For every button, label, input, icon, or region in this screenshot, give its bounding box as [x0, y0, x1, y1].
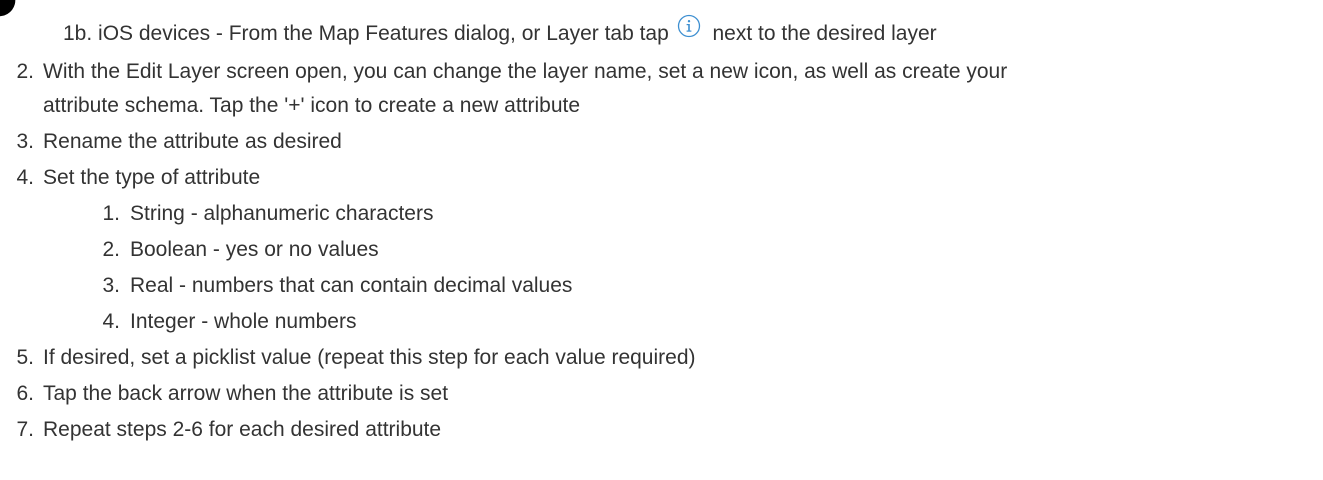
list-text: Set the type of attribute	[43, 166, 261, 189]
sub-list-text: Boolean - yes or no values	[130, 238, 379, 261]
sub-list-number: 2.	[102, 238, 120, 261]
sub-list-text: Real - numbers that can contain decimal …	[130, 274, 573, 297]
list-number: 7.	[16, 418, 34, 441]
sub-list-number: 3.	[102, 274, 120, 297]
list-number: 2.	[16, 60, 34, 83]
info-circle-icon[interactable]	[677, 14, 701, 38]
list-text: Tap the back arrow when the attribute is…	[43, 382, 449, 405]
list-text: If desired, set a picklist value (repeat…	[43, 346, 696, 369]
item-1b-text-before: 1b. iOS devices - From the Map Features …	[63, 22, 669, 45]
sub-list-number: 4.	[102, 310, 120, 333]
item-1b-text-after: next to the desired layer	[712, 22, 937, 45]
sub-list-number: 1.	[102, 202, 120, 225]
cropped-graphic-fragment	[0, 0, 18, 18]
list-number: 4.	[16, 166, 34, 189]
list-text: With the Edit Layer screen open, you can…	[43, 60, 1008, 83]
list-text: Rename the attribute as desired	[43, 130, 342, 153]
sub-list-text: String - alphanumeric characters	[130, 202, 434, 225]
list-text: attribute schema. Tap the '+' icon to cr…	[43, 94, 581, 117]
sub-list-text: Integer - whole numbers	[130, 310, 357, 333]
list-number: 6.	[16, 382, 34, 405]
list-number: 3.	[16, 130, 34, 153]
list-text: Repeat steps 2-6 for each desired attrib…	[43, 418, 442, 441]
list-number: 5.	[16, 346, 34, 369]
